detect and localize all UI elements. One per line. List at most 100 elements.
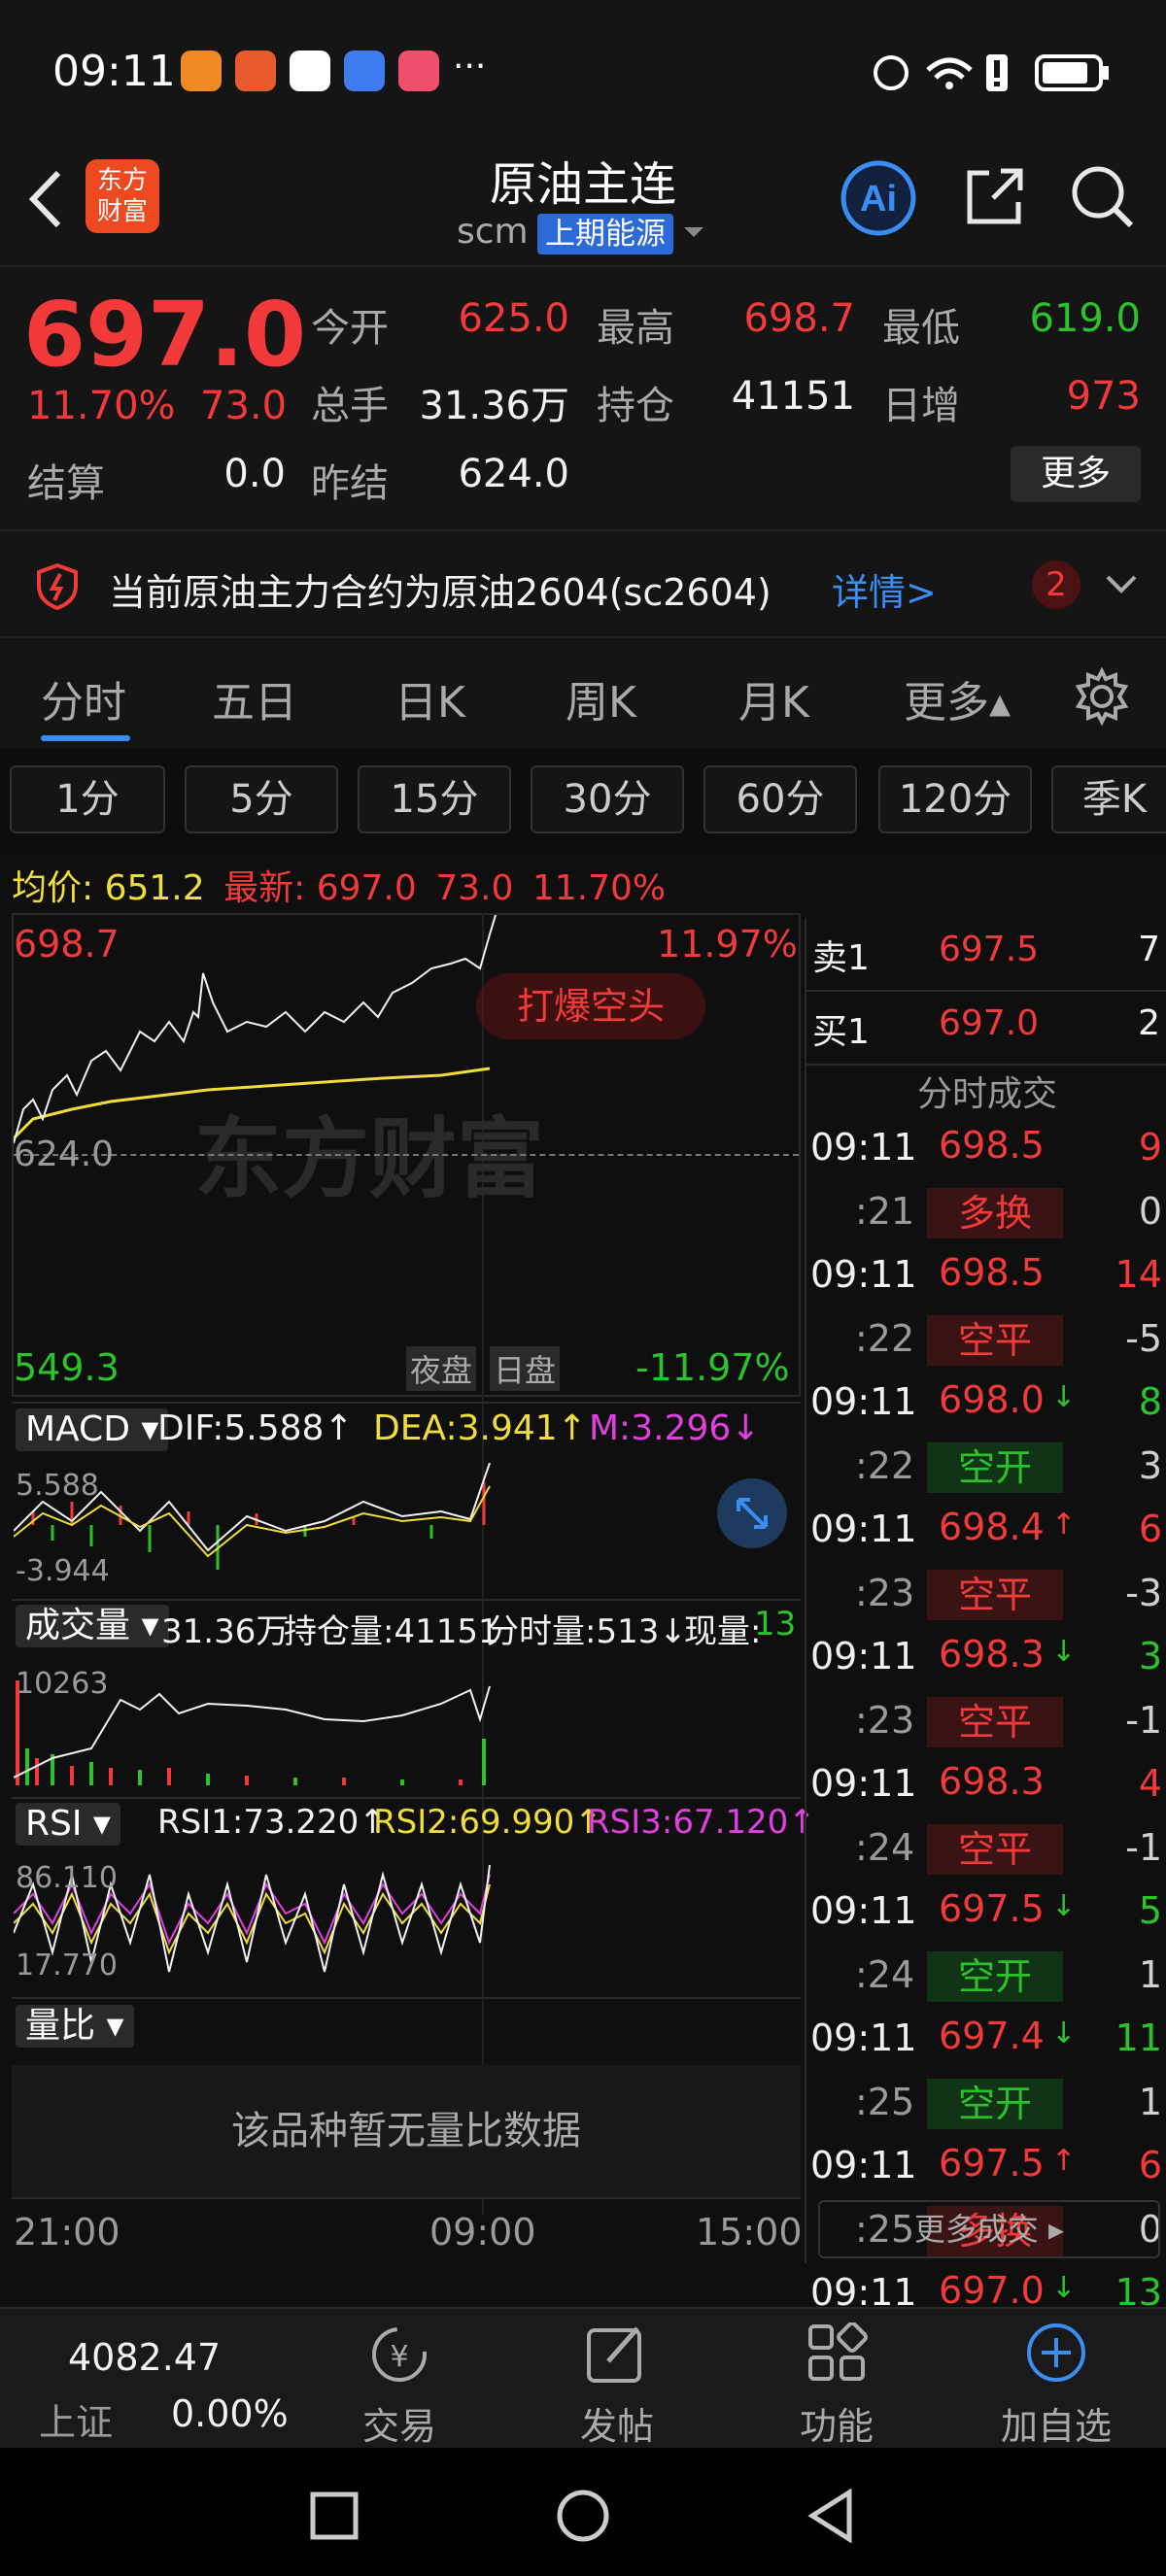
night-session-label[interactable]: 夜盘	[406, 1346, 477, 1391]
trade-type: 空平	[927, 1569, 1063, 1620]
macd-max: 5.588	[16, 1469, 99, 1503]
more-button[interactable]: 更多	[1011, 446, 1141, 502]
trade-panel: 卖1 697.5 7 买1 697.0 2 分时成交 09:11 698.5 9:2…	[805, 918, 1166, 2384]
trade-row: 09:11 698.5 9	[806, 1120, 1166, 1173]
back-icon[interactable]	[806, 2489, 857, 2543]
day-session-label[interactable]: 日盘	[490, 1346, 561, 1391]
edit-icon	[587, 2326, 641, 2383]
macd-dea: DEA:3.941↑	[373, 1408, 587, 1448]
rsi-min: 17.770	[16, 1949, 118, 1983]
intraday-chart-area[interactable]: 东方财富 打爆空头 698.7 11.97% 624.0 549.3 -11.9…	[0, 913, 816, 2263]
ratio-selector[interactable]: 量比 ▾	[16, 2005, 134, 2048]
trade-time: 09:11	[810, 1762, 917, 1805]
trade-row: :22 空开 3	[806, 1439, 1166, 1493]
macd-selector[interactable]: MACD ▾	[16, 1408, 169, 1451]
trade-price: 698.3	[939, 1633, 1045, 1676]
chevron-down-icon[interactable]	[1104, 572, 1139, 597]
period-30min[interactable]: 30分	[531, 765, 684, 833]
plus-circle-icon	[1027, 2323, 1085, 2382]
trade-time: 09:11	[810, 1253, 917, 1296]
rsi-selector[interactable]: RSI ▾	[16, 1803, 120, 1846]
tab-weekly-k[interactable]: 周K	[566, 667, 636, 729]
notice-count-badge: 2	[1032, 560, 1080, 609]
trade-price: 697.5	[939, 2142, 1045, 2185]
trade-qty: 6	[1138, 2144, 1162, 2186]
trade-time: 09:11	[810, 1508, 917, 1550]
period-1min[interactable]: 1分	[10, 765, 165, 833]
clock: 09:11	[52, 47, 176, 96]
grid-icon	[808, 2322, 868, 2381]
gear-icon[interactable]	[1073, 667, 1131, 726]
index-pct[interactable]: 0.00%	[171, 2392, 289, 2435]
trade-row: :24 空平 -1	[806, 1820, 1166, 1875]
recent-apps-icon[interactable]	[309, 2491, 360, 2541]
expand-icon[interactable]	[715, 1476, 789, 1550]
index-name[interactable]: 上证	[39, 2392, 113, 2446]
change-percent: 11.70%	[27, 384, 176, 428]
home-icon[interactable]	[556, 2489, 610, 2543]
add-watchlist-button[interactable]: 加自选	[983, 2309, 1129, 2450]
avg-label: 均价:	[12, 868, 94, 908]
post-button[interactable]: 发帖	[544, 2309, 690, 2450]
trade-row: :23 空平 -1	[806, 1693, 1166, 1747]
trade-arrow-icon: ↓	[1051, 1635, 1077, 1669]
trade-arrow-icon: ↓	[1051, 1889, 1077, 1923]
period-selector: 1分 5分 15分 30分 60分 120分 季K	[0, 748, 1166, 855]
macd-m: M:3.296↓	[589, 1408, 761, 1448]
more-trades-button[interactable]: 更多成交 ▸	[818, 2200, 1160, 2258]
trade-type: 空平	[927, 1696, 1063, 1747]
rsi-max: 86.110	[16, 1861, 118, 1895]
ai-icon[interactable]: Ai	[840, 159, 917, 237]
tab-daily-k[interactable]: 日K	[394, 667, 465, 729]
index-value[interactable]: 4082.47	[68, 2336, 221, 2379]
trade-button[interactable]: ¥ 交易	[326, 2309, 472, 2450]
sell1-price: 697.5	[939, 930, 1040, 969]
time-axis-end: 15:00	[696, 2211, 803, 2254]
search-icon[interactable]	[1069, 163, 1137, 231]
trade-price: 698.5	[939, 1251, 1045, 1294]
prev-settle-label: 昨结	[311, 461, 389, 506]
macd-min: -3.944	[16, 1554, 110, 1588]
exchange-badge[interactable]: 上期能源	[537, 214, 673, 254]
trade-row: 09:11 698.3 ↓ 3	[806, 1629, 1166, 1682]
notice-detail-link[interactable]: 详情>	[832, 562, 937, 616]
period-60min[interactable]: 60分	[703, 765, 857, 833]
trade-type: 空开	[927, 2078, 1063, 2129]
burst-shorts-tag[interactable]: 打爆空头	[476, 973, 705, 1039]
trade-time: :21	[855, 1189, 915, 1233]
trade-price: 697.4	[939, 2015, 1045, 2057]
notice-bar[interactable]: 当前原油主力合约为原油2604(sc2604) 详情> 2	[0, 529, 1166, 638]
chevron-down-icon[interactable]	[680, 223, 707, 243]
trade-qty: 3	[1138, 1635, 1162, 1678]
trade-qty: 11	[1115, 2017, 1162, 2059]
tab-five-day[interactable]: 五日	[212, 667, 297, 729]
volume-selector[interactable]: 成交量 ▾	[16, 1605, 169, 1647]
period-quarter-k[interactable]: 季K	[1051, 765, 1166, 833]
trade-arrow-icon: ↓	[1051, 2017, 1077, 2051]
chart-bottom-price: 549.3	[14, 1346, 120, 1389]
trade-row: :21 多换 0	[806, 1184, 1166, 1238]
chart-top-price: 698.7	[14, 923, 120, 966]
ratio-empty-text: 该品种暂无量比数据	[12, 2065, 801, 2197]
tab-monthly-k[interactable]: 月K	[738, 667, 809, 729]
trade-price: 698.0	[939, 1378, 1045, 1421]
share-icon[interactable]	[960, 163, 1028, 231]
function-button[interactable]: 功能	[764, 2309, 909, 2450]
tab-more[interactable]: 更多▴	[904, 667, 1011, 729]
period-120min[interactable]: 120分	[878, 765, 1032, 833]
trade-qty: -3	[1125, 1571, 1162, 1614]
system-status-icons	[874, 54, 1109, 91]
settle-label: 结算	[27, 461, 105, 506]
tab-intraday[interactable]: 分时	[41, 667, 126, 729]
trade-time: :24	[855, 1825, 915, 1869]
trade-row: 09:11 697.4 ↓ 11	[806, 2011, 1166, 2064]
chart-top-pct: 11.97%	[657, 923, 798, 966]
latest-change: 73.0	[435, 868, 514, 908]
daily-increase-label: 日增	[882, 384, 960, 428]
trade-list-title: 分时成交	[916, 1074, 1057, 1114]
volume-oi: 持仓量:41151	[284, 1612, 499, 1651]
trade-row: 09:11 698.4 ↑ 6	[806, 1502, 1166, 1555]
open-interest-value: 41151	[731, 374, 855, 419]
period-15min[interactable]: 15分	[358, 765, 511, 833]
period-5min[interactable]: 5分	[185, 765, 338, 833]
